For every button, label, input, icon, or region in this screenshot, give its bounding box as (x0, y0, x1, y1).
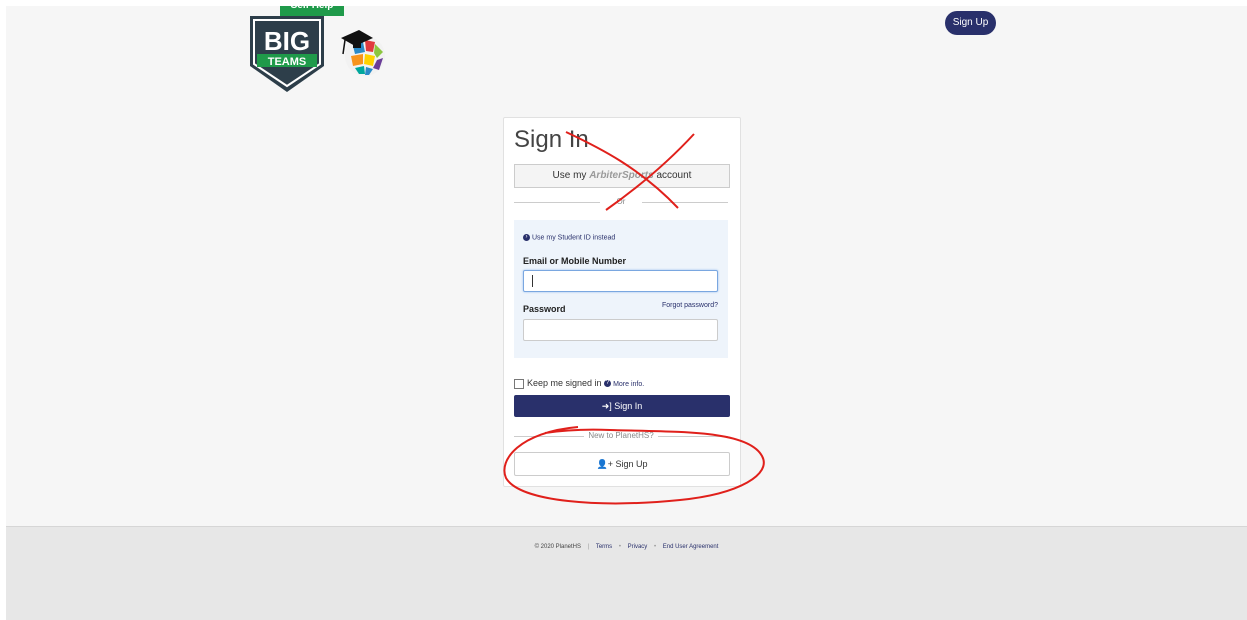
password-input[interactable] (523, 319, 718, 341)
student-id-link-label: Use my Student ID instead (532, 234, 616, 242)
keep-signed-in-checkbox[interactable] (514, 378, 524, 389)
privacy-link[interactable]: Privacy (628, 544, 648, 550)
text-caret (532, 275, 533, 287)
footer-dot: • (618, 544, 621, 550)
globe-graduation-icon (341, 30, 385, 76)
footer-dot: • (653, 544, 657, 550)
sign-in-card: Sign In Use my ArbiterSports account Or … (503, 117, 741, 487)
sign-in-icon: ➜] (601, 401, 612, 411)
new-to-label: New to PlanetHS? (588, 431, 654, 440)
arbiter-suffix: account (656, 170, 692, 181)
logo-teams-text: TEAMS (268, 56, 307, 68)
footer-links: © 2020 PlanetHS | Terms • Privacy • End … (6, 544, 1247, 550)
arbiter-sports-login-button[interactable]: Use my ArbiterSports account (514, 164, 730, 188)
keep-signed-in-row: Keep me signed in ? More info. (514, 378, 644, 389)
student-id-link[interactable]: › Use my Student ID instead (523, 234, 615, 241)
big-teams-logo[interactable]: BIG TEAMS (248, 14, 328, 94)
arrow-right-circle-icon: › (523, 234, 530, 241)
copyright: © 2020 PlanetHS (534, 544, 582, 550)
sign-in-label: Sign In (614, 401, 643, 411)
page: Self Help BIG TEAMS Sign Up Sign In Use … (6, 6, 1247, 620)
sign-in-button[interactable]: ➜] Sign In (514, 395, 730, 417)
footer-separator: | (587, 544, 590, 550)
logo-big-text: BIG (264, 26, 310, 56)
or-label: Or (616, 197, 626, 206)
arbiter-prefix: Use my (552, 170, 587, 181)
email-input[interactable] (523, 270, 718, 292)
eula-link[interactable]: End User Agreement (663, 544, 719, 550)
email-label: Email or Mobile Number (523, 256, 627, 266)
sign-up-button[interactable]: 👤+ Sign Up (514, 452, 730, 476)
question-circle-icon: ? (604, 380, 612, 388)
credentials-panel: › Use my Student ID instead Email or Mobi… (514, 220, 728, 358)
more-info-link[interactable]: More info. (613, 381, 644, 388)
keep-signed-in-label: Keep me signed in (527, 378, 602, 388)
user-plus-icon: 👤+ (596, 459, 613, 469)
footer: © 2020 PlanetHS | Terms • Privacy • End … (6, 526, 1247, 620)
new-to-divider: New to PlanetHS? (514, 431, 728, 441)
forgot-password-link[interactable]: Forgot password? (662, 302, 718, 309)
terms-link[interactable]: Terms (596, 544, 612, 550)
header-sign-up-button[interactable]: Sign Up (945, 11, 996, 35)
arbiter-brand-logo: ArbiterSports (589, 170, 654, 181)
or-divider: Or (514, 197, 728, 207)
password-label: Password (523, 304, 566, 314)
sign-up-label: Sign Up (615, 459, 648, 469)
page-title: Sign In (514, 126, 589, 153)
